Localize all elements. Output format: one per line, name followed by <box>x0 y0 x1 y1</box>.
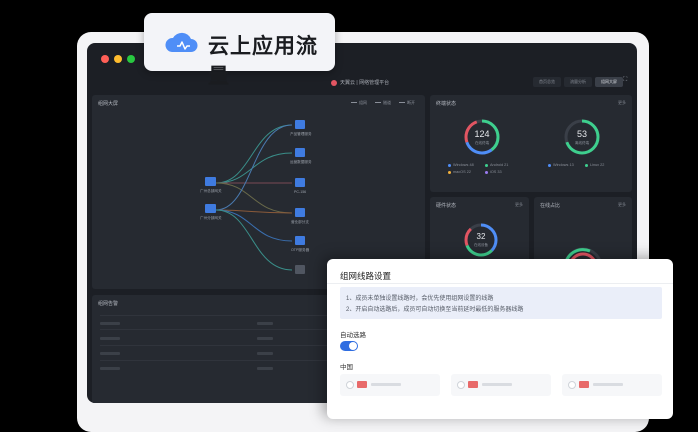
table-cell <box>100 337 120 340</box>
flag-icon <box>579 381 589 388</box>
route-option[interactable] <box>562 374 662 396</box>
server-icon <box>295 120 305 129</box>
online-ratio-title: 在线占比 <box>540 203 561 209</box>
node-label: OTP服务器 <box>291 248 310 252</box>
radio-icon <box>568 381 576 389</box>
link-line <box>215 182 293 214</box>
stat-row: Windows 48 <box>448 163 474 167</box>
window-zoom-dot[interactable] <box>127 55 135 63</box>
table-cell <box>257 367 273 370</box>
more-link[interactable]: 更多 <box>618 202 626 208</box>
badge-title: 云上应用流量 <box>208 35 318 88</box>
online-count: 124 <box>474 129 490 139</box>
flag-icon <box>468 381 478 388</box>
table-cell <box>257 352 273 355</box>
stat-row: Windows 13 <box>548 163 574 167</box>
node-label: 运营数据服务 <box>290 160 312 164</box>
notice-box: 1、成员未单独设置线路时，会优先使用组网设置的线路 2、开启自动选路后，成员可自… <box>340 287 662 319</box>
user-icon <box>295 208 305 217</box>
cloud-icon <box>165 32 198 52</box>
device-icon <box>295 265 305 274</box>
table-cell <box>257 337 273 340</box>
auto-route-label: 自动选路 <box>340 332 366 339</box>
online-label: 在线终端 <box>475 141 489 145</box>
link-line <box>215 124 293 211</box>
hardware-label: 在线设备 <box>474 243 488 247</box>
table-cell <box>100 367 120 370</box>
region-label: 中国 <box>340 364 353 371</box>
more-link[interactable]: 更多 <box>618 100 626 106</box>
node-label: 广州分部网关 <box>200 216 222 220</box>
dialog-divider <box>327 283 673 284</box>
node-label: 产品管理服务 <box>290 132 312 136</box>
stat-row: Android 21 <box>485 163 508 167</box>
tab-traffic[interactable]: 流量分析 <box>564 77 592 87</box>
radio-icon <box>346 381 354 389</box>
tab-overview[interactable]: 首页总览 <box>533 77 561 87</box>
route-option[interactable] <box>451 374 551 396</box>
view-tabs: 首页总览 流量分析 组网大屏 <box>533 77 623 87</box>
node-label: 营业部分支 <box>291 220 309 224</box>
notice-line: 1、成员未单独设置线路时，会优先使用组网设置的线路 <box>346 296 494 302</box>
server-icon <box>295 148 305 157</box>
table-cell <box>100 322 120 325</box>
route-settings-dialog: 组网线路设置 1、成员未单独设置线路时，会优先使用组网设置的线路 2、开启自动选… <box>327 259 673 419</box>
hardware-title: 硬件状态 <box>436 203 457 209</box>
more-link[interactable]: 更多 <box>515 202 523 208</box>
app-traffic-badge: 云上应用流量 <box>144 13 335 88</box>
stat-row: Linux 22 <box>585 163 604 167</box>
alert-table-title: 组网告警 <box>98 301 119 307</box>
stat-row: macOS 22 <box>448 170 471 174</box>
offline-count: 53 <box>576 129 587 139</box>
table-cell <box>100 352 120 355</box>
brand: 天翼云 | 网络管理平台 <box>331 79 389 86</box>
window-minimize-dot[interactable] <box>114 55 122 63</box>
offline-label: 离线终端 <box>575 141 589 145</box>
hardware-count: 32 <box>476 232 486 241</box>
server-rack-icon <box>295 236 305 245</box>
node-label: PC-156 <box>294 190 307 194</box>
tab-network-screen[interactable]: 组网大屏 <box>595 77 623 87</box>
node-label: 广州总部网关 <box>200 189 222 193</box>
gateway-icon <box>205 177 216 186</box>
dialog-title: 组网线路设置 <box>340 271 392 281</box>
link-line <box>215 152 293 184</box>
brand-title: 天翼云 | 网络管理平台 <box>340 80 390 86</box>
stat-row: iOS 33 <box>485 170 502 174</box>
device-stats-title: 终端状态 <box>436 101 457 107</box>
table-cell <box>257 322 273 325</box>
gateway-icon <box>205 204 216 213</box>
auto-route-toggle[interactable] <box>340 341 358 351</box>
pc-icon <box>295 178 305 187</box>
flag-icon <box>357 381 367 388</box>
device-stats-panel: 终端状态 更多 124 在线终端 Windows 48 Android 21 m… <box>430 95 632 192</box>
notice-line: 2、开启自动选路后，成员可自动切换至当前延时最低的服务器线路 <box>346 307 524 313</box>
fullscreen-icon[interactable]: ⛶ <box>623 77 627 84</box>
window-close-dot[interactable] <box>101 55 109 63</box>
radio-icon <box>457 381 465 389</box>
link-line <box>215 209 293 242</box>
route-option[interactable] <box>340 374 440 396</box>
app-header: 天翼云 | 网络管理平台 首页总览 流量分析 组网大屏 ⛶ <box>87 73 637 93</box>
